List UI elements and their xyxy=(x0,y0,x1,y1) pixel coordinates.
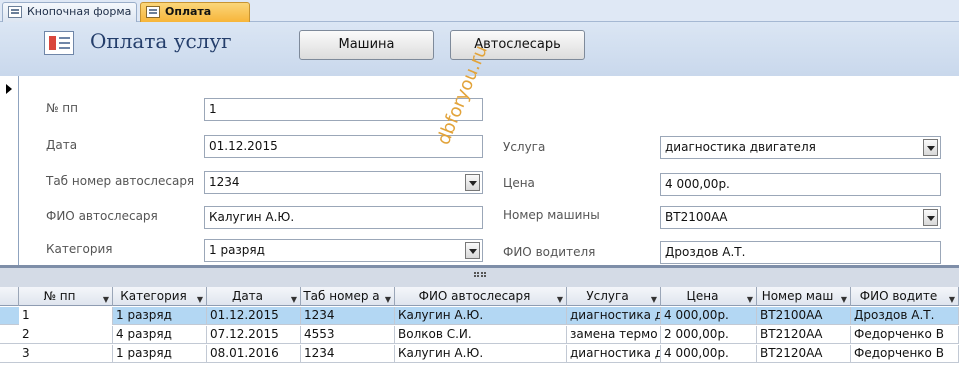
form-detail: № пп 1 Дата 01.12.2015 Таб номер автосле… xyxy=(19,76,959,265)
table-cell[interactable]: замена термо xyxy=(567,326,661,344)
table-row[interactable]: 1 1 разряд 01.12.2015 1234 Калугин А.Ю. … xyxy=(0,307,959,325)
record-selector[interactable] xyxy=(0,76,19,265)
table-cell[interactable]: Дроздов А.Т. xyxy=(851,307,959,325)
table-cell[interactable]: ВТ2120АА xyxy=(757,345,851,363)
sort-dropdown-icon: ▼ xyxy=(290,295,297,304)
service-value: диагностика двигателя xyxy=(665,140,816,154)
sort-dropdown-icon: ▼ xyxy=(948,295,955,304)
resize-grip-icon[interactable] xyxy=(474,272,486,277)
category-value: 1 разряд xyxy=(209,243,265,257)
table-cell[interactable]: 1234 xyxy=(301,307,395,325)
split-form-divider[interactable] xyxy=(0,265,959,287)
label-service: Услуга xyxy=(503,140,546,154)
sort-dropdown-icon: ▼ xyxy=(650,295,657,304)
label-price: Цена xyxy=(503,176,535,190)
sort-dropdown-icon: ▼ xyxy=(840,295,847,304)
column-header-category[interactable]: Категория ▼ xyxy=(113,287,207,306)
document-tab-bar: Кнопочная форма Оплата услуг xyxy=(0,0,959,36)
car-number-combo[interactable]: ВТ2100АА xyxy=(660,206,941,229)
form-icon xyxy=(146,6,160,18)
table-cell[interactable]: 4553 xyxy=(301,326,395,344)
table-cell[interactable]: Калугин А.Ю. xyxy=(395,307,567,325)
chevron-down-icon[interactable] xyxy=(465,174,480,191)
label-driver-name: ФИО водителя xyxy=(503,245,596,259)
car-button[interactable]: Машина xyxy=(299,30,434,60)
sort-dropdown-icon: ▼ xyxy=(384,295,391,304)
datasheet-header: № пп ▼ Категория ▼ Дата ▼ Таб номер а ▼ ФИО … xyxy=(0,287,959,306)
column-header-price[interactable]: Цена ▼ xyxy=(661,287,757,306)
datasheet: № пп ▼ Категория ▼ Дата ▼ Таб номер а ▼ ФИО … xyxy=(0,287,959,372)
table-cell[interactable]: 4 000,00р. xyxy=(661,345,757,363)
label-number: № пп xyxy=(46,101,78,115)
form-icon xyxy=(44,31,74,55)
table-row[interactable]: 3 1 разряд 08.01.2016 1234 Калугин А.Ю. … xyxy=(0,345,959,363)
chevron-down-icon[interactable] xyxy=(923,209,938,226)
table-cell[interactable]: 1234 xyxy=(301,345,395,363)
price-field[interactable]: 4 000,00р. xyxy=(660,173,941,196)
table-cell[interactable]: 07.12.2015 xyxy=(207,326,301,344)
car-number-value: ВТ2100АА xyxy=(665,210,728,224)
tab-service-payment[interactable]: Оплата услуг xyxy=(140,2,250,36)
label-category: Категория xyxy=(46,242,113,256)
column-header-driver-name[interactable]: ФИО водите ▼ xyxy=(851,287,959,306)
table-cell[interactable]: 08.01.2016 xyxy=(207,345,301,363)
label-date: Дата xyxy=(46,138,78,152)
label-mechanic-id: Таб номер автослесаря xyxy=(46,174,195,188)
table-cell[interactable]: 1 разряд xyxy=(113,345,207,363)
table-cell[interactable]: Федорченко В xyxy=(851,326,959,344)
category-combo[interactable]: 1 разряд xyxy=(204,239,483,262)
label-car-number: Номер машины xyxy=(503,208,600,222)
table-cell[interactable]: 2 xyxy=(19,326,113,344)
column-header-number[interactable]: № пп ▼ xyxy=(19,287,113,306)
mechanic-id-combo[interactable]: 1234 xyxy=(204,171,483,194)
select-all-corner[interactable] xyxy=(0,287,19,306)
sort-dropdown-icon: ▼ xyxy=(556,295,563,304)
tab-switchboard-form[interactable]: Кнопочная форма xyxy=(2,2,137,22)
table-cell[interactable]: Калугин А.Ю. xyxy=(395,345,567,363)
label-mechanic-name: ФИО автослесаря xyxy=(46,209,158,223)
sort-dropdown-icon: ▼ xyxy=(746,295,753,304)
column-header-mechanic-id[interactable]: Таб номер а ▼ xyxy=(301,287,395,306)
table-cell[interactable]: 1 xyxy=(19,307,113,325)
sort-dropdown-icon: ▼ xyxy=(196,295,203,304)
table-cell[interactable]: диагностика д xyxy=(567,345,661,363)
column-header-car-number[interactable]: Номер маш ▼ xyxy=(757,287,851,306)
column-header-service[interactable]: Услуга ▼ xyxy=(567,287,661,306)
sort-dropdown-icon: ▼ xyxy=(102,295,109,304)
tab-label: Кнопочная форма xyxy=(27,5,132,18)
column-header-mechanic-name[interactable]: ФИО автослесаря ▼ xyxy=(395,287,567,306)
page-title: Оплата услуг xyxy=(90,29,232,53)
mechanic-name-field[interactable]: Калугин А.Ю. xyxy=(204,206,483,229)
service-combo[interactable]: диагностика двигателя xyxy=(660,136,941,159)
form-icon xyxy=(8,6,22,18)
table-row[interactable]: 2 4 разряд 07.12.2015 4553 Волков С.И. з… xyxy=(0,326,959,344)
current-record-arrow-icon xyxy=(6,84,12,94)
chevron-down-icon[interactable] xyxy=(465,242,480,259)
column-header-date[interactable]: Дата ▼ xyxy=(207,287,301,306)
table-cell[interactable]: 1 разряд xyxy=(113,307,207,325)
table-cell[interactable]: Волков С.И. xyxy=(395,326,567,344)
table-cell[interactable]: 01.12.2015 xyxy=(207,307,301,325)
chevron-down-icon[interactable] xyxy=(923,139,938,156)
table-cell[interactable]: 4 разряд xyxy=(113,326,207,344)
table-cell[interactable]: 4 000,00р. xyxy=(661,307,757,325)
table-cell[interactable]: ВТ2100АА xyxy=(757,307,851,325)
table-cell[interactable]: ВТ2120АА xyxy=(757,326,851,344)
mechanic-id-value: 1234 xyxy=(209,175,240,189)
table-cell[interactable]: диагностика д xyxy=(567,307,661,325)
table-cell[interactable]: Федорченко В xyxy=(851,345,959,363)
driver-name-field[interactable]: Дроздов А.Т. xyxy=(660,241,941,264)
table-cell[interactable]: 2 000,00р. xyxy=(661,326,757,344)
table-cell[interactable]: 3 xyxy=(19,345,113,363)
